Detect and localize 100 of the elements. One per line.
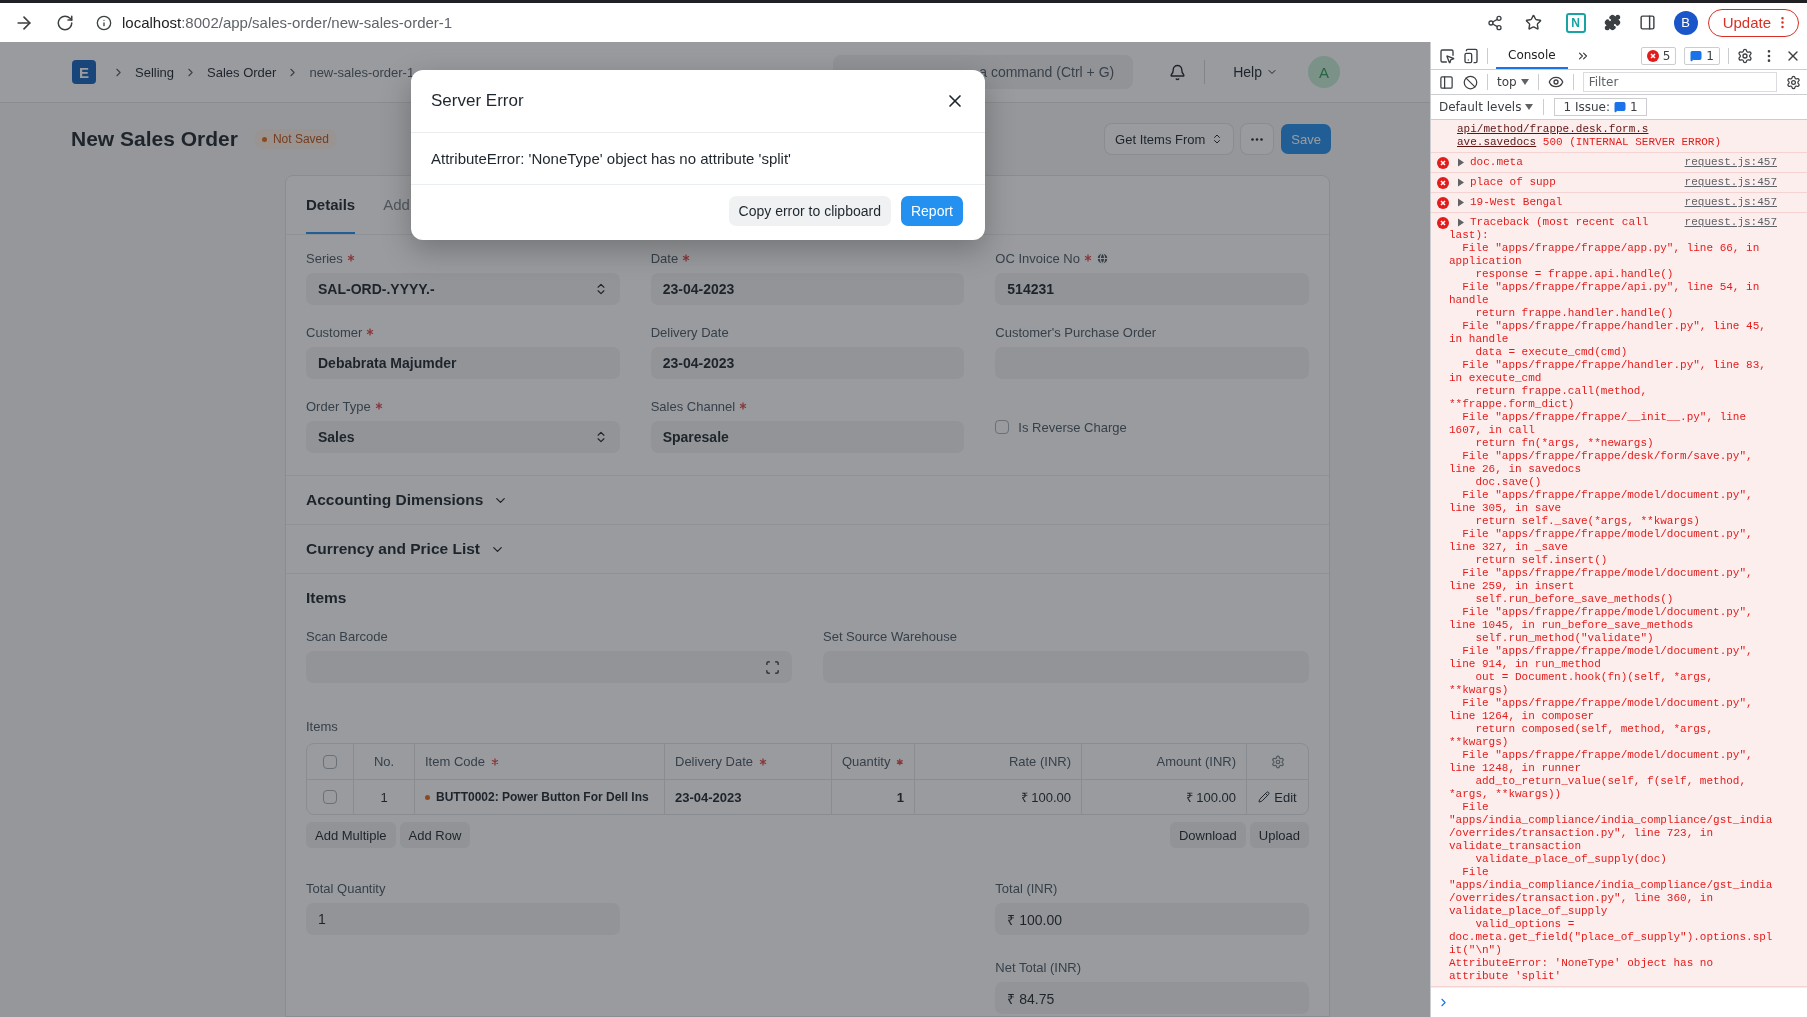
table-cell-text: ₹ 100.00 <box>1185 789 1236 806</box>
scan-icon <box>765 659 780 675</box>
column-header: Delivery Date <box>675 754 754 769</box>
input-field[interactable]: 1 <box>306 903 620 935</box>
filter-field[interactable]: Filter <box>1582 72 1777 92</box>
edit-button[interactable]: Edit <box>1258 784 1297 810</box>
expand-triangle-icon[interactable] <box>1457 218 1466 227</box>
select-field[interactable]: Sales <box>306 421 620 453</box>
message-icon <box>1690 49 1703 62</box>
input-field[interactable] <box>306 651 792 683</box>
required-icon <box>896 757 904 766</box>
input-field[interactable]: Sparesale <box>650 421 965 453</box>
field-label: Scan Barcode <box>306 628 388 644</box>
required-icon <box>366 328 375 336</box>
required-icon <box>1083 254 1092 262</box>
input-field[interactable]: 23-04-2023 <box>650 347 965 379</box>
dialog-title: Server Error <box>431 91 524 111</box>
source-link[interactable]: request.js:457 <box>1684 196 1777 209</box>
console-error-text: place of supp <box>1470 176 1556 189</box>
input-field[interactable]: 514231 <box>995 273 1309 305</box>
checkbox[interactable] <box>323 754 337 769</box>
table-action-button[interactable]: Download <box>1169 822 1246 848</box>
help-menu[interactable]: Help <box>1223 64 1288 80</box>
reload-icon[interactable] <box>56 13 74 32</box>
pencil-icon <box>1258 791 1271 803</box>
breadcrumb-link[interactable]: new-sales-order-1 <box>309 64 415 80</box>
settings-icon[interactable] <box>1786 74 1801 90</box>
extension-icon[interactable]: N <box>1565 12 1586 33</box>
checkbox[interactable] <box>995 420 1010 434</box>
console-error-text: doc.meta <box>1470 156 1523 169</box>
column-header: Quantity <box>842 754 891 769</box>
log-levels-dropdown[interactable]: Default levels <box>1439 100 1534 114</box>
table-label: Items <box>306 719 338 734</box>
app-logo[interactable]: E <box>72 60 96 84</box>
field-label: Delivery Date <box>650 324 729 340</box>
url-link[interactable]: ave.savedocs <box>1457 136 1537 148</box>
expand-triangle-icon[interactable] <box>1457 158 1466 167</box>
page-title: New Sales Order <box>71 127 238 151</box>
input-field[interactable]: 23-04-2023 <box>650 273 965 305</box>
console-error-text: last): File "apps/frappe/frappe/app.py", line 66, in application response = frappe.api.handle() File "apps/frappe/frappe/api.py", line 54, in handle return frappe.handler.handle() File "apps/frappe/frappe/handler.py", line 45, in handle data = execute_cmd(cmd) File "apps/frappe/frappe/handler.py", line 83, in execute_cmd return frappe.call(method, **frappe.form_dict) File "apps/frappe/frappe/__init__.py", line 1607, in call return fn(*args, **newargs) File "apps/frappe/frappe/desk/form/save.py", line 26, in savedocs doc.save() File "apps/frappe/frappe/model/document.py", line 305, in save return self._save(*args, **kwargs) File "apps/frappe/frappe/model/document.py", line 327, in _save return self.insert() File "apps/frappe/frappe/model/document.py", line 259, in insert self.run_before_save_methods() File "apps/frappe/frappe/model/document.py", line 1045, in run_before_save_methods self.run_method("validate") File "apps/frappe/frappe/model/document.py", line 914, in run_method out = Document.hook(fn)(self, *args, **kwargs) File "apps/frappe/frappe/model/document.py", line 1264, in composer return composed(self, method, *args, **kwargs) File "apps/frappe/frappe/model/document.py", line 1248, in runner add_to_return_value(self, f(self, method, *args, **kwargs)) File "apps/india_compliance/india_compliance/gst_india /overrides/transaction.py", line 723, in validate_transaction validate_place_of_supply(doc) File "apps/india_compliance/india_compliance/gst_india /overrides/transaction.py", line 360, in validate_place_of_supply valid_options = doc.meta.get_field("place_of_supply").options.spl it("\n") AttributeError: 'NoneType' object has no attribute 'split' <box>1449 229 1774 983</box>
caret-icon <box>1520 79 1529 85</box>
update-button[interactable]: Update <box>1707 8 1799 37</box>
breadcrumb-link[interactable]: Selling <box>135 64 175 80</box>
sidebar-icon[interactable] <box>1439 74 1454 90</box>
device-toolbar-icon[interactable] <box>1463 47 1479 64</box>
required-icon <box>759 757 768 766</box>
field-label: Date <box>650 250 679 266</box>
expand-triangle-icon[interactable] <box>1457 178 1466 187</box>
section-toggle[interactable]: Currency and Price List <box>306 540 505 558</box>
info-icon[interactable] <box>96 14 112 31</box>
error-count-badge[interactable]: 5 <box>1640 46 1677 65</box>
table-cell: 1 <box>380 789 388 805</box>
field-label: Customer <box>306 324 363 340</box>
table-action-button[interactable]: Add Multiple <box>306 822 396 848</box>
share-icon[interactable] <box>1486 14 1503 31</box>
url-text[interactable]: localhost:8002/app/sales-order/new-sales-order-1 <box>122 14 453 31</box>
column-header: Amount (INR) <box>1156 754 1236 769</box>
source-link[interactable]: request.js:457 <box>1684 156 1777 169</box>
input-field[interactable]: Debabrata Majumder <box>306 347 620 379</box>
breadcrumb-link[interactable]: Sales Order <box>207 64 277 80</box>
url-link[interactable]: api/method/frappe.desk.form.s <box>1457 123 1649 135</box>
section-title: Items <box>306 589 348 607</box>
select-field[interactable]: SAL-ORD-.YYYY.- <box>306 273 620 305</box>
console-error-text: 19-West Bengal <box>1470 196 1563 209</box>
settings-icon[interactable] <box>1737 47 1753 64</box>
table-cell-text: ₹ 100.00 <box>1020 789 1071 806</box>
source-link[interactable]: request.js:457 <box>1684 176 1777 189</box>
inspect-icon[interactable] <box>1439 47 1455 64</box>
star-icon[interactable] <box>1524 14 1542 31</box>
notification-bell-icon[interactable] <box>1169 63 1187 81</box>
required-icon <box>739 402 748 410</box>
context-selector[interactable]: top <box>1497 75 1529 89</box>
input-field[interactable]: ₹ 100.00 <box>995 903 1309 935</box>
clear-console-icon[interactable] <box>1463 74 1478 90</box>
table-cell: 23-04-2023 <box>675 789 742 805</box>
issues-button[interactable]: 1 Issue: 1 <box>1554 98 1647 116</box>
required-icon <box>682 254 691 262</box>
eye-icon[interactable] <box>1547 74 1564 90</box>
field-label: Total (INR) <box>995 880 1058 896</box>
report-button[interactable]: Report <box>900 196 963 226</box>
side-panel-icon[interactable] <box>1638 14 1656 31</box>
form-tab[interactable]: Details <box>306 176 356 234</box>
profile-avatar[interactable]: B <box>1673 10 1698 35</box>
column-header: Rate (INR) <box>1008 754 1071 769</box>
field-label: Order Type <box>306 398 371 414</box>
issue-count-badge[interactable]: 1 <box>1684 46 1720 65</box>
required-icon <box>374 402 383 410</box>
section-toggle[interactable]: Accounting Dimensions <box>306 491 509 509</box>
copy-button[interactable]: Copy error to clipboard <box>728 196 891 226</box>
table-action-button[interactable]: Add Row <box>399 822 471 848</box>
checkbox[interactable] <box>323 790 337 804</box>
checkbox-label: Is Reverse Charge <box>1018 419 1127 435</box>
expand-triangle-icon[interactable] <box>1457 198 1466 207</box>
source-link[interactable]: request.js:457 <box>1684 216 1777 229</box>
get-items-button[interactable]: Get Items From <box>1105 124 1234 154</box>
globe-icon <box>1095 251 1109 265</box>
puzzle-icon[interactable] <box>1603 14 1621 31</box>
field-label: Sales Channel <box>650 398 736 414</box>
input-field[interactable]: ₹ 84.75 <box>995 982 1309 1014</box>
table-action-button[interactable]: Upload <box>1249 822 1309 848</box>
